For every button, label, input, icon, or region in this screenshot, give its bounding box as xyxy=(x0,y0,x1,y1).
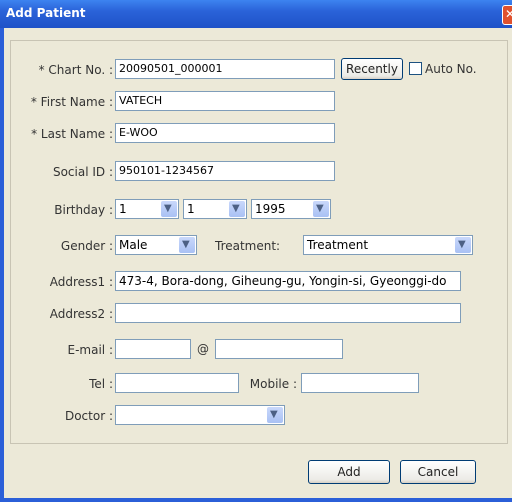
email-user-field[interactable] xyxy=(115,339,191,359)
mobile-field[interactable] xyxy=(301,373,419,393)
address1-field[interactable]: 473-4, Bora-dong, Giheung-gu, Yongin-si,… xyxy=(115,271,461,291)
treatment-label: Treatment: xyxy=(215,239,281,253)
chevron-down-icon[interactable]: ▼ xyxy=(267,407,283,423)
social-id-field[interactable]: 950101-1234567 xyxy=(115,161,335,181)
birthday-year-value: 1995 xyxy=(255,202,286,216)
doctor-label: Doctor : xyxy=(64,409,113,423)
birthday-day-value: 1 xyxy=(187,202,195,216)
close-icon[interactable]: ✕ xyxy=(502,5,512,25)
treatment-select[interactable]: Treatment ▼ xyxy=(303,235,473,255)
birthday-day-select[interactable]: 1 ▼ xyxy=(183,199,247,219)
address2-label: Address2 : xyxy=(49,307,113,321)
treatment-value: Treatment xyxy=(307,238,369,252)
chart-no-field[interactable]: 20090501_000001 xyxy=(115,59,335,79)
auto-no-checkbox[interactable] xyxy=(409,62,422,75)
add-button[interactable]: Add xyxy=(308,460,390,484)
first-name-label: * First Name : xyxy=(30,95,113,109)
chevron-down-icon[interactable]: ▼ xyxy=(161,201,177,217)
address1-label: Address1 : xyxy=(49,275,113,289)
add-patient-window: Add Patient ✕ * Chart No. : 20090501_000… xyxy=(0,0,512,502)
chevron-down-icon[interactable]: ▼ xyxy=(229,201,245,217)
chart-no-label: * Chart No. : xyxy=(38,63,113,77)
auto-no-label: Auto No. xyxy=(425,62,477,76)
last-name-label: * Last Name : xyxy=(31,127,113,141)
patient-form-panel: * Chart No. : 20090501_000001 Recently A… xyxy=(10,40,508,444)
email-at-sign: @ xyxy=(197,342,209,356)
last-name-field[interactable]: E-WOO xyxy=(115,123,335,143)
gender-value: Male xyxy=(119,238,148,252)
title-bar[interactable]: Add Patient ✕ xyxy=(0,0,512,28)
address2-field[interactable] xyxy=(115,303,461,323)
birthday-month-select[interactable]: 1 ▼ xyxy=(115,199,179,219)
birthday-label: Birthday : xyxy=(54,203,113,217)
window-title: Add Patient xyxy=(6,6,86,20)
gender-select[interactable]: Male ▼ xyxy=(115,235,197,255)
email-label: E-mail : xyxy=(67,343,113,357)
tel-label: Tel : xyxy=(89,377,113,391)
tel-field[interactable] xyxy=(115,373,239,393)
dialog-body: * Chart No. : 20090501_000001 Recently A… xyxy=(4,28,512,498)
chevron-down-icon[interactable]: ▼ xyxy=(455,237,471,253)
chevron-down-icon[interactable]: ▼ xyxy=(179,237,195,253)
recently-button[interactable]: Recently xyxy=(341,58,403,80)
email-domain-field[interactable] xyxy=(215,339,343,359)
cancel-button[interactable]: Cancel xyxy=(400,460,476,484)
mobile-label: Mobile : xyxy=(249,377,297,391)
chevron-down-icon[interactable]: ▼ xyxy=(313,201,329,217)
birthday-year-select[interactable]: 1995 ▼ xyxy=(251,199,331,219)
doctor-select[interactable]: ▼ xyxy=(115,405,285,425)
gender-label: Gender : xyxy=(60,239,113,253)
first-name-field[interactable]: VATECH xyxy=(115,91,335,111)
social-id-label: Social ID : xyxy=(52,165,113,179)
birthday-month-value: 1 xyxy=(119,202,127,216)
